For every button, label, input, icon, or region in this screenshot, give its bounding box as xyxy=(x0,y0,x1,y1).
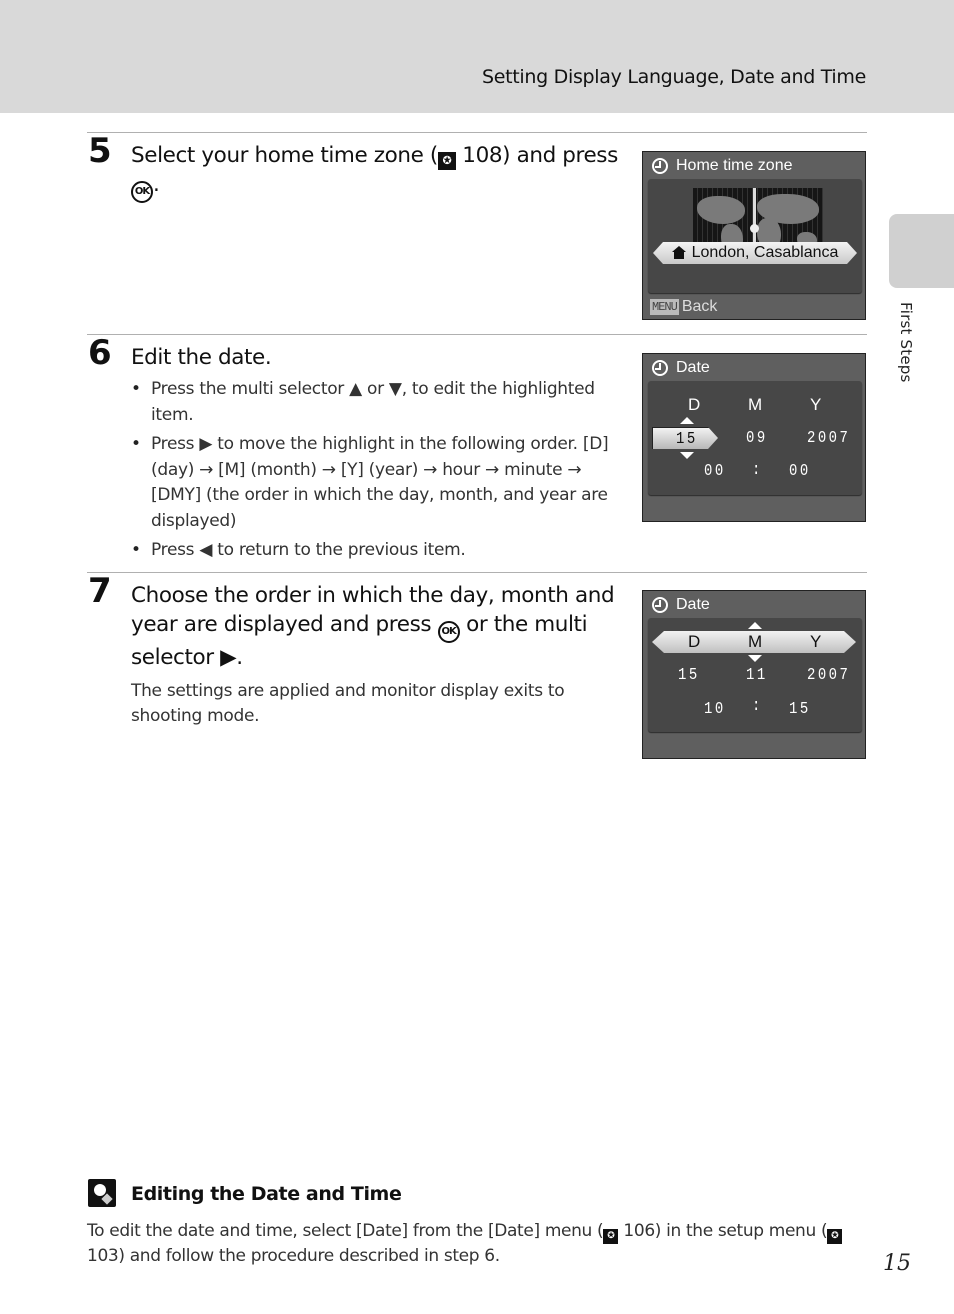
screen-title: Date xyxy=(652,359,710,377)
screen-title-text: Home time zone xyxy=(676,157,793,174)
column-label-day: D xyxy=(688,395,701,414)
camera-screen-date-order: Date D M Y 15 11 2007 10 : 15 xyxy=(642,590,866,759)
screen-title-text: Date xyxy=(676,359,710,376)
chapter-tab-label: First Steps xyxy=(897,302,915,383)
home-location-marker xyxy=(750,224,759,233)
screen-title: Home time zone xyxy=(652,157,793,175)
year-value[interactable]: 2007 xyxy=(807,666,850,685)
time-separator: : xyxy=(752,697,763,716)
bullet-text: Press xyxy=(151,540,195,560)
step-7-title: Choose the order in which the day, month… xyxy=(131,581,621,672)
year-value[interactable]: 2007 xyxy=(807,429,850,448)
ok-button-icon: OK xyxy=(437,621,460,643)
map-continent xyxy=(697,196,745,224)
tip-icon xyxy=(88,1179,116,1207)
decrement-arrow-icon xyxy=(680,452,694,459)
day-value[interactable]: 15 xyxy=(678,666,700,685)
down-arrow-icon: ▼ xyxy=(388,379,402,399)
reference-page: 106 xyxy=(623,1221,655,1241)
order-label-day: D xyxy=(688,632,701,651)
step-title-text: . xyxy=(236,645,243,670)
screen-title: Date xyxy=(652,596,710,614)
bullet-item: Press the multi selector ▲ or ▼, to edit… xyxy=(131,377,621,428)
bullet-text: Press xyxy=(151,434,195,454)
column-label-year: Y xyxy=(810,395,822,414)
step-number: 7 xyxy=(88,571,112,611)
bullet-item: Press ▶ to move the highlight in the fol… xyxy=(131,432,621,534)
step-5-title: Select your home time zone (✪ 108) and p… xyxy=(131,141,621,203)
screen-panel xyxy=(648,179,862,293)
hour-value[interactable]: 00 xyxy=(704,462,726,481)
order-label-year: Y xyxy=(810,632,822,651)
bullet-text: to return to the previous item. xyxy=(217,540,466,560)
minute-value[interactable]: 15 xyxy=(789,700,811,719)
divider xyxy=(87,572,867,573)
chapter-tab xyxy=(889,214,954,288)
step-number: 5 xyxy=(88,131,112,171)
reference-icon: ✪ xyxy=(827,1229,843,1244)
hour-value[interactable]: 10 xyxy=(704,700,726,719)
clock-icon xyxy=(652,597,668,613)
bullet-text: Press the multi selector xyxy=(151,379,344,399)
reference-icon: ✪ xyxy=(603,1229,619,1244)
order-label-month: M xyxy=(748,632,763,651)
month-value[interactable]: 11 xyxy=(746,666,768,685)
screen-title-text: Date xyxy=(676,596,710,613)
reference-page: 103 xyxy=(87,1246,119,1266)
clock-icon xyxy=(652,158,668,174)
date-order-selector[interactable]: D M Y xyxy=(652,631,856,653)
time-separator: : xyxy=(752,461,763,480)
step-number: 6 xyxy=(88,333,112,373)
column-label-month: M xyxy=(748,395,763,414)
decrement-arrow-icon xyxy=(748,655,762,662)
divider xyxy=(87,132,867,133)
increment-arrow-icon xyxy=(680,417,694,424)
bullet-item: Press ◀ to return to the previous item. xyxy=(131,538,621,564)
step-title-text: . xyxy=(153,172,160,197)
increment-arrow-icon xyxy=(748,622,762,629)
reference-icon: ✪ xyxy=(437,152,456,170)
tip-text: To edit the date and time, select [Date]… xyxy=(87,1219,867,1268)
right-arrow-icon: ▶ xyxy=(199,434,213,454)
home-icon xyxy=(671,246,686,260)
divider xyxy=(87,334,867,335)
tip-text-part: ) and follow the procedure described in … xyxy=(118,1246,500,1266)
up-arrow-icon: ▲ xyxy=(349,379,362,399)
reference-page: 108 xyxy=(462,143,503,168)
right-arrow-icon: ▶ xyxy=(220,645,237,670)
camera-screen-date-edit: Date D M Y 15 09 2007 00 : 00 xyxy=(642,353,866,522)
page-number: 15 xyxy=(883,1251,911,1276)
month-value[interactable]: 09 xyxy=(746,429,768,448)
step-title-text: Select your home time zone ( xyxy=(131,143,438,168)
minute-value[interactable]: 00 xyxy=(789,462,811,481)
step-7-body: The settings are applied and monitor dis… xyxy=(131,681,565,726)
time-zone-selector[interactable]: London, Casablanca xyxy=(653,242,857,264)
step-6-title: Edit the date. xyxy=(131,345,272,370)
ok-button-icon: OK xyxy=(131,181,153,203)
menu-button-icon: MENU xyxy=(650,299,679,315)
back-label: Back xyxy=(681,298,718,315)
camera-screen-home-time-zone: Home time zone London, Casablanca MENU B… xyxy=(642,151,866,320)
tip-text-part: ) in the setup menu ( xyxy=(654,1221,828,1241)
tip-title: Editing the Date and Time xyxy=(131,1183,402,1205)
tip-text-part: To edit the date and time, select [Date]… xyxy=(87,1221,604,1241)
clock-icon xyxy=(652,360,668,376)
day-value: 15 xyxy=(676,430,698,449)
section-title: Setting Display Language, Date and Time xyxy=(481,66,866,88)
step-6-bullets: Press the multi selector ▲ or ▼, to edit… xyxy=(131,377,621,568)
bullet-text: to move the highlight in the following o… xyxy=(151,434,609,531)
header-band: Setting Display Language, Date and Time xyxy=(0,0,954,113)
selected-time-zone: London, Casablanca xyxy=(691,244,839,261)
back-control[interactable]: MENU Back xyxy=(650,298,717,316)
step-title-text: ) and press xyxy=(502,143,618,168)
left-arrow-icon: ◀ xyxy=(199,540,213,560)
bullet-text: or xyxy=(367,379,384,399)
